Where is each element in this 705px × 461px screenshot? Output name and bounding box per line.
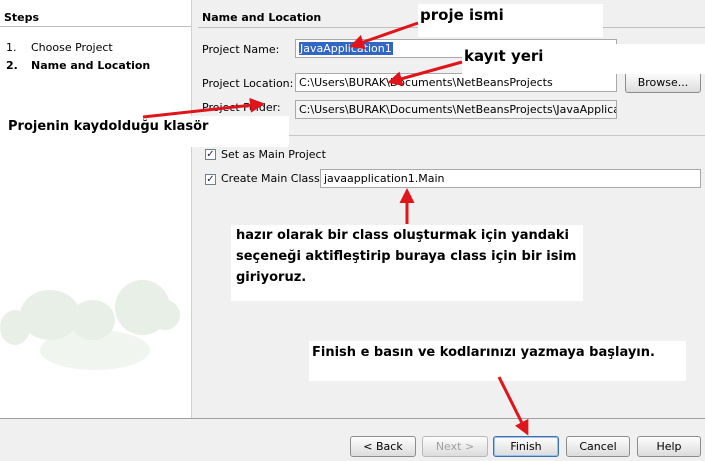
arrow-to-project-folder (142, 97, 265, 119)
arrow-to-project-name (349, 21, 419, 50)
arrow-to-project-location (387, 60, 463, 87)
annotation-arrows (142, 21, 529, 436)
arrow-to-finish (497, 376, 529, 436)
